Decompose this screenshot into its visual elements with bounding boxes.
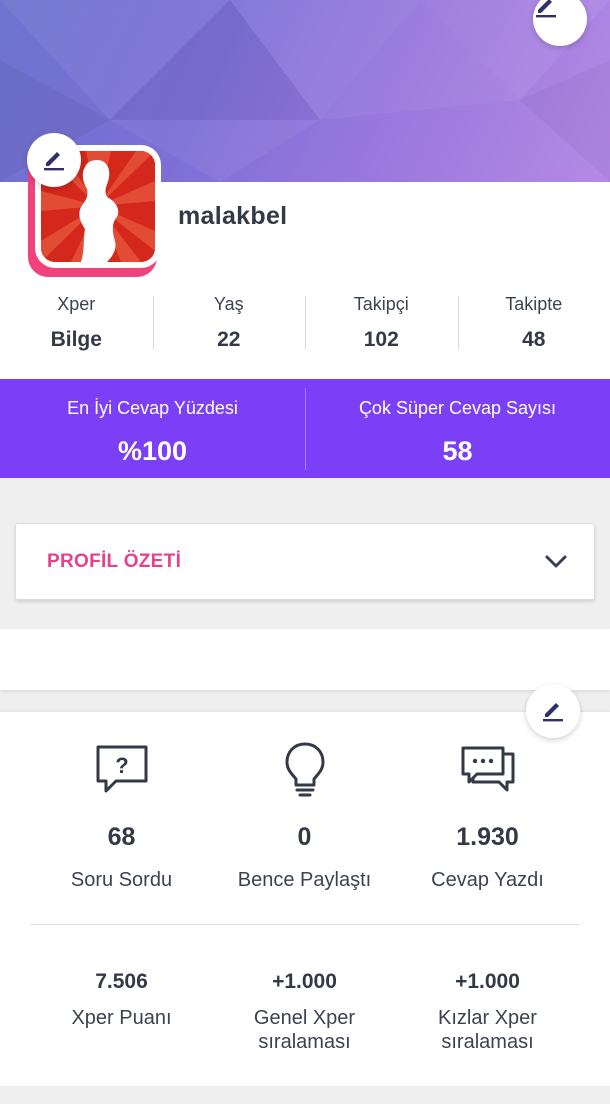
activity-answers[interactable]: 1.930 Cevap Yazdı xyxy=(396,740,579,892)
activity-card: ? 68 Soru Sordu 0 Bence Paylaştı 1.930 C… xyxy=(0,684,610,1086)
chat-bubbles-icon xyxy=(396,740,579,798)
activity-ideas[interactable]: 0 Bence Paylaştı xyxy=(213,740,396,892)
ranking-label-line: sıralaması xyxy=(441,1031,534,1053)
activity-value: 0 xyxy=(297,823,312,851)
ranking-value: +1.000 xyxy=(455,970,520,993)
stat-label: Takipçi xyxy=(353,294,409,314)
pencil-icon xyxy=(41,145,67,176)
ranking-xper-points[interactable]: 7.506 Xper Puanı xyxy=(30,970,213,1054)
highlight-label: En İyi Cevap Yüzdesi xyxy=(67,398,238,418)
ranking-value: 7.506 xyxy=(95,970,148,993)
ranking-label-line: Kızlar Xper xyxy=(438,1007,537,1029)
ranking-label: Genel Xper sıralaması xyxy=(213,1006,396,1054)
stat-xper[interactable]: Xper Bilge xyxy=(0,294,153,352)
stat-label: Yaş xyxy=(213,294,244,314)
ranking-value: +1.000 xyxy=(272,970,337,993)
summary-title: PROFİL ÖZETİ xyxy=(47,551,182,572)
pencil-icon xyxy=(540,696,566,727)
chevron-down-icon xyxy=(544,550,568,579)
stat-label: Xper xyxy=(57,294,96,314)
ranking-girls[interactable]: +1.000 Kızlar Xper sıralaması xyxy=(396,970,579,1054)
stat-value: Bilge xyxy=(50,328,102,351)
stat-following[interactable]: Takipte 48 xyxy=(457,294,610,352)
activity-questions[interactable]: ? 68 Soru Sordu xyxy=(30,740,213,892)
highlight-value: %100 xyxy=(117,436,188,466)
activity-value: 1.930 xyxy=(456,823,519,851)
profile-header: malakbel Xper Bilge Yaş 22 Takipçi 102 T… xyxy=(0,133,610,379)
profile-summary-toggle[interactable]: PROFİL ÖZETİ xyxy=(15,523,595,600)
ranking-label: Xper Puanı xyxy=(30,1006,213,1030)
stat-value: 48 xyxy=(522,328,546,351)
super-answer-count: Çok Süper Cevap Sayısı 58 xyxy=(305,379,610,478)
stat-value: 102 xyxy=(363,328,399,351)
bottom-spacer xyxy=(0,1086,610,1104)
avatar-edit-button[interactable] xyxy=(27,133,81,187)
activity-label: Bence Paylaştı xyxy=(237,869,372,891)
highlight-value: 58 xyxy=(442,436,473,466)
ranking-label-line: Xper Puanı xyxy=(71,1007,172,1029)
ranking-general[interactable]: +1.000 Genel Xper sıralaması xyxy=(213,970,396,1054)
profile-stats: Xper Bilge Yaş 22 Takipçi 102 Takipte 48 xyxy=(0,294,610,352)
lightbulb-icon xyxy=(213,740,396,798)
stat-followers[interactable]: Takipçi 102 xyxy=(305,294,458,352)
ranking-row: 7.506 Xper Puanı +1.000 Genel Xper sıral… xyxy=(30,970,579,1054)
stat-value: 22 xyxy=(217,328,241,351)
best-answer-ratio: En İyi Cevap Yüzdesi %100 xyxy=(0,379,305,478)
divider xyxy=(30,924,579,925)
blank-section xyxy=(0,629,610,690)
highlights-band: En İyi Cevap Yüzdesi %100 Çok Süper Ceva… xyxy=(0,379,610,478)
ranking-label-line: Genel Xper xyxy=(253,1007,356,1029)
username: malakbel xyxy=(178,202,288,230)
activity-row: ? 68 Soru Sordu 0 Bence Paylaştı 1.930 C… xyxy=(30,740,579,892)
ranking-label: Kızlar Xper sıralaması xyxy=(396,1006,579,1054)
highlight-label: Çok Süper Cevap Sayısı xyxy=(358,398,557,418)
activity-label: Cevap Yazdı xyxy=(431,869,544,891)
activity-edit-button[interactable] xyxy=(526,684,580,738)
question-bubble-icon: ? xyxy=(30,740,213,798)
stat-label: Takipte xyxy=(505,294,563,314)
stat-age: Yaş 22 xyxy=(152,294,306,352)
activity-value: 68 xyxy=(107,823,136,851)
svg-text:?: ? xyxy=(115,753,128,778)
activity-label: Soru Sordu xyxy=(70,869,173,891)
ranking-label-line: sıralaması xyxy=(258,1031,351,1053)
